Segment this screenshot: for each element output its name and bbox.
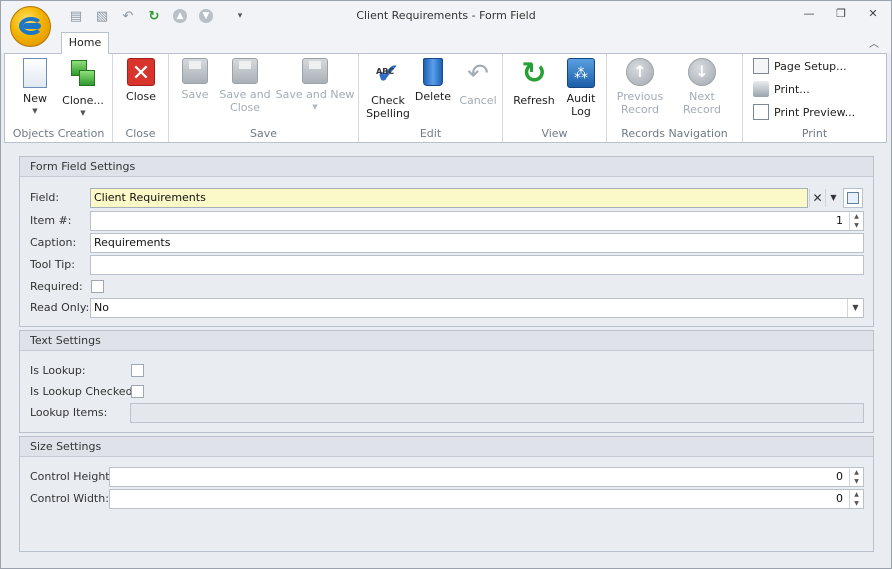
clear-field-icon[interactable]: ✕ bbox=[809, 189, 825, 207]
panel-header: Text Settings bbox=[20, 331, 873, 351]
save-close-icon bbox=[232, 58, 258, 84]
control-width-stepper[interactable]: ▲ ▼ bbox=[849, 490, 863, 508]
group-label: Close bbox=[125, 127, 156, 140]
group-records-navigation: ↑ Previous Record ↓ Next Record Records … bbox=[607, 54, 743, 142]
minimize-icon[interactable]: — bbox=[799, 7, 819, 23]
save-and-new-button[interactable]: Save and New ▼ bbox=[275, 58, 355, 114]
size-settings-panel: Size Settings Control Height: 0 ▲ ▼ Contr… bbox=[19, 436, 874, 552]
window-title: Client Requirements - Form Field bbox=[356, 9, 536, 22]
restore-icon[interactable]: ❐ bbox=[831, 7, 851, 23]
ribbon: New ▼ Clone... ▼ Objects Creation ✕ Clos… bbox=[4, 53, 887, 143]
caption-label: Caption: bbox=[30, 236, 77, 249]
field-dropdown-icon[interactable]: ▼ bbox=[825, 189, 841, 207]
app-menu-button[interactable] bbox=[10, 6, 51, 47]
print-button[interactable]: Print... bbox=[753, 81, 810, 97]
readonly-select[interactable]: No ▼ bbox=[90, 298, 864, 318]
tooltip-label: Tool Tip: bbox=[30, 258, 75, 271]
delete-button[interactable]: Delete bbox=[413, 58, 453, 103]
lookup-items-input[interactable] bbox=[130, 403, 864, 423]
save-new-icon bbox=[302, 58, 328, 84]
page-setup-button[interactable]: Page Setup... bbox=[753, 58, 847, 74]
field-label: Field: bbox=[30, 191, 60, 204]
spell-check-icon: ABC ✔ bbox=[376, 57, 400, 90]
chevron-down-icon: ▼ bbox=[312, 103, 318, 111]
readonly-label: Read Only: bbox=[30, 301, 90, 314]
group-view: ↻ Refresh ⁂ Audit Log View bbox=[503, 54, 607, 142]
is-lookup-checked-checkbox[interactable] bbox=[131, 385, 144, 398]
required-checkbox[interactable] bbox=[91, 280, 104, 293]
control-height-stepper[interactable]: ▲ ▼ bbox=[849, 468, 863, 486]
audit-log-icon: ⁂ bbox=[567, 58, 595, 88]
print-preview-button[interactable]: Print Preview... bbox=[753, 104, 855, 120]
field-editor-icon[interactable] bbox=[843, 188, 863, 208]
group-edit: ABC ✔ Check Spelling Delete ↶ Cancel Edit bbox=[359, 54, 503, 142]
new-document-icon bbox=[23, 58, 47, 88]
group-print: Page Setup... Print... Print Preview... … bbox=[743, 54, 886, 142]
page-setup-icon bbox=[753, 58, 769, 74]
close-red-icon: ✕ bbox=[127, 58, 155, 86]
item-number-input[interactable]: 1 ▲ ▼ bbox=[90, 211, 864, 231]
refresh-icon: ↻ bbox=[521, 56, 547, 91]
new-button[interactable]: New ▼ bbox=[15, 58, 55, 118]
group-objects-creation: New ▼ Clone... ▼ Objects Creation bbox=[5, 54, 113, 142]
control-height-label: Control Height: bbox=[30, 470, 114, 483]
tab-home[interactable]: Home bbox=[61, 32, 109, 54]
control-width-label: Control Width: bbox=[30, 492, 109, 505]
check-spelling-button[interactable]: ABC ✔ Check Spelling bbox=[365, 57, 411, 121]
previous-record-button[interactable]: ↑ Previous Record bbox=[615, 58, 665, 116]
control-height-input[interactable]: 0 ▲ ▼ bbox=[109, 467, 864, 487]
is-lookup-label: Is Lookup: bbox=[30, 364, 86, 377]
clone-icon bbox=[67, 58, 99, 90]
text-settings-panel: Text Settings Is Lookup: Is Lookup Check… bbox=[19, 330, 874, 433]
group-label: Print bbox=[801, 127, 828, 140]
group-label: View bbox=[541, 127, 568, 140]
caption-input[interactable]: Requirements bbox=[90, 233, 864, 253]
next-record-button[interactable]: ↓ Next Record bbox=[669, 58, 735, 116]
arrow-down-icon: ↓ bbox=[688, 58, 716, 86]
refresh-button[interactable]: ↻ Refresh bbox=[511, 56, 557, 108]
audit-log-button[interactable]: ⁂ Audit Log bbox=[561, 58, 601, 118]
group-close: ✕ Close Close bbox=[113, 54, 169, 142]
save-and-close-button[interactable]: Save and Close bbox=[219, 58, 271, 114]
group-label: Edit bbox=[419, 127, 442, 140]
item-number-stepper[interactable]: ▲ ▼ bbox=[849, 212, 863, 230]
is-lookup-checked-label: Is Lookup Checked: bbox=[30, 385, 137, 398]
panel-header: Form Field Settings bbox=[20, 157, 873, 177]
is-lookup-checkbox[interactable] bbox=[131, 364, 144, 377]
clone-button[interactable]: Clone... ▼ bbox=[59, 58, 107, 120]
save-button[interactable]: Save bbox=[177, 58, 213, 101]
chevron-down-icon: ▼ bbox=[32, 107, 38, 115]
save-icon bbox=[182, 58, 208, 84]
undo-icon: ↶ bbox=[467, 59, 489, 89]
group-label: Records Navigation bbox=[621, 127, 728, 140]
group-save: Save Save and Close Save and New ▼ Save bbox=[169, 54, 359, 142]
app-window: ▤ ▧ ↶ ↻ ▲ ▼ ▾ Client Requirements - Form… bbox=[0, 0, 892, 569]
chevron-down-icon: ▼ bbox=[80, 109, 86, 117]
required-label: Required: bbox=[30, 280, 83, 293]
panel-header: Size Settings bbox=[20, 437, 873, 457]
group-label: Save bbox=[249, 127, 277, 140]
item-number-label: Item #: bbox=[30, 214, 72, 227]
trash-icon bbox=[423, 58, 443, 86]
ribbon-tab-row: Home ︿ bbox=[1, 31, 891, 54]
title-bar: ▤ ▧ ↶ ↻ ▲ ▼ ▾ Client Requirements - Form… bbox=[1, 1, 891, 47]
collapse-ribbon-icon[interactable]: ︿ bbox=[869, 35, 879, 50]
tooltip-input[interactable] bbox=[90, 255, 864, 275]
close-icon[interactable]: ✕ bbox=[863, 7, 883, 23]
printer-icon bbox=[753, 81, 769, 97]
form-field-settings-panel: Form Field Settings Field: Client Requir… bbox=[19, 156, 874, 327]
form-content: Form Field Settings Field: Client Requir… bbox=[4, 145, 887, 565]
readonly-dropdown-icon[interactable]: ▼ bbox=[847, 299, 863, 317]
group-label: Objects Creation bbox=[12, 127, 105, 140]
close-button[interactable]: ✕ Close bbox=[121, 58, 161, 103]
print-preview-icon bbox=[753, 104, 769, 120]
arrow-up-icon: ↑ bbox=[626, 58, 654, 86]
control-width-input[interactable]: 0 ▲ ▼ bbox=[109, 489, 864, 509]
cancel-button[interactable]: ↶ Cancel bbox=[457, 58, 499, 107]
lookup-items-label: Lookup Items: bbox=[30, 406, 108, 419]
field-select[interactable]: Client Requirements bbox=[90, 188, 808, 208]
